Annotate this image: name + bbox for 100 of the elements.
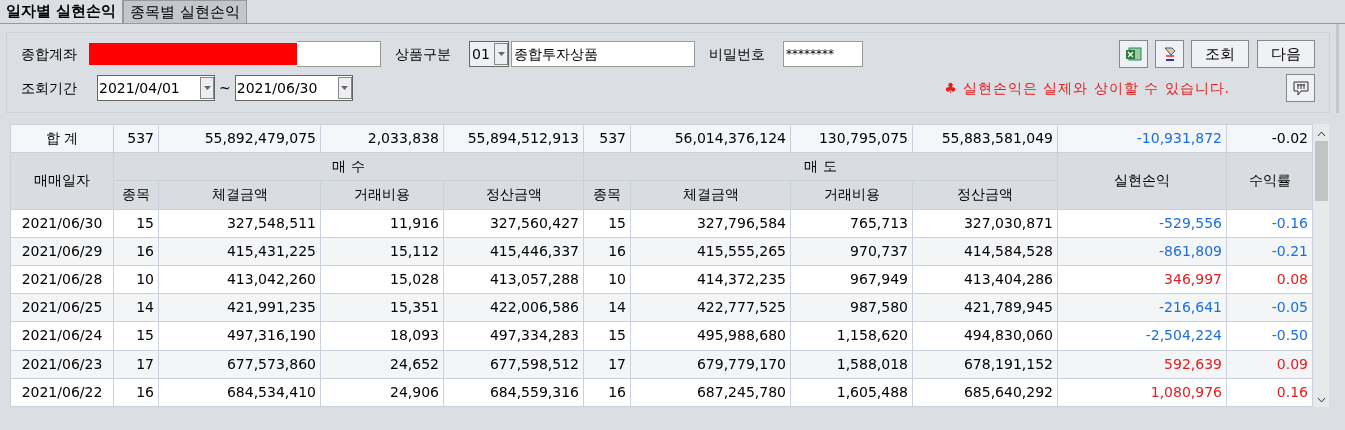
table-cell: 2021/06/30 — [10, 209, 114, 238]
table-cell: 11,916 — [320, 209, 444, 238]
table-cell: 15 — [113, 209, 159, 238]
print-button[interactable] — [1155, 40, 1184, 68]
table-cell: 677,598,512 — [443, 350, 584, 379]
table-cell: 15,112 — [320, 237, 444, 266]
table-cell: 130,795,075 — [790, 124, 913, 153]
table-cell: -10,931,872 — [1057, 124, 1227, 153]
table-cell: 413,057,288 — [443, 265, 584, 294]
table-cell: 15 — [583, 209, 631, 238]
column-group-header: 매 도 — [583, 152, 1058, 181]
table-cell: 494,830,060 — [912, 321, 1058, 350]
caret-icon — [203, 86, 211, 90]
table-cell: -0.16 — [1226, 209, 1313, 238]
account-label: 종합계좌 — [21, 44, 78, 64]
scroll-thumb[interactable] — [1314, 141, 1328, 201]
product-label: 상품구분 — [395, 44, 452, 64]
printer-icon — [1162, 46, 1177, 62]
tab[interactable]: 종목별 실현손익 — [123, 0, 247, 23]
password-field[interactable]: ******** — [783, 41, 863, 67]
table-cell: 56,014,376,124 — [630, 124, 791, 153]
table-cell: 677,573,860 — [158, 350, 321, 379]
product-name-field[interactable]: 종합투자상품 — [511, 41, 695, 67]
total-label: 합 계 — [10, 124, 114, 153]
table-cell: 10 — [113, 265, 159, 294]
table-cell: 422,006,586 — [443, 293, 584, 322]
table-cell: 421,991,235 — [158, 293, 321, 322]
account-name-field[interactable] — [297, 41, 381, 67]
table-cell: 327,030,871 — [912, 209, 1058, 238]
table-cell: 15 — [583, 321, 631, 350]
table-cell: 1,080,976 — [1057, 378, 1227, 407]
scrollbar[interactable] — [1313, 124, 1329, 407]
table-cell: 2021/06/29 — [10, 237, 114, 266]
column-header: 실현손익 — [1057, 152, 1227, 210]
table-cell: 2021/06/22 — [10, 378, 114, 407]
column-header: 종목 — [583, 180, 631, 210]
table-cell: -861,809 — [1057, 237, 1227, 266]
table-cell: 687,245,780 — [630, 378, 791, 407]
table-cell: 1,588,018 — [790, 350, 913, 379]
table-cell: 1,605,488 — [790, 378, 913, 407]
table-cell: 16 — [583, 237, 631, 266]
table-cell: 685,640,292 — [912, 378, 1058, 407]
dropdown-arrow-button[interactable] — [200, 77, 214, 99]
notice-icon: ♣ — [944, 77, 957, 99]
excel-export-button[interactable] — [1119, 40, 1148, 68]
table-cell: 327,548,511 — [158, 209, 321, 238]
table-cell: 2021/06/25 — [10, 293, 114, 322]
next-button[interactable]: 다음 — [1257, 40, 1315, 68]
table-cell: 684,559,316 — [443, 378, 584, 407]
spreadsheet-icon — [1125, 47, 1142, 61]
speech-bubble-icon — [1292, 80, 1309, 96]
table-cell: -2,504,224 — [1057, 321, 1227, 350]
table-cell: 14 — [583, 293, 631, 322]
column-header: 종목 — [113, 180, 159, 210]
table-cell: 17 — [583, 350, 631, 379]
table-cell: -0.50 — [1226, 321, 1313, 350]
table-cell: 55,894,512,913 — [443, 124, 584, 153]
dropdown-arrow-button[interactable] — [494, 43, 508, 65]
table-cell: 327,560,427 — [443, 209, 584, 238]
table-cell: 678,191,152 — [912, 350, 1058, 379]
caret-icon — [497, 52, 505, 56]
table-cell: 679,779,170 — [630, 350, 791, 379]
chat-button[interactable] — [1286, 74, 1315, 102]
column-header: 수익률 — [1226, 152, 1313, 210]
table-cell: 765,713 — [790, 209, 913, 238]
table-cell: 15,028 — [320, 265, 444, 294]
table-cell: 414,372,235 — [630, 265, 791, 294]
table-cell: 24,652 — [320, 350, 444, 379]
start-date-field[interactable]: 2021/04/01 — [97, 75, 215, 101]
table-cell: 413,042,260 — [158, 265, 321, 294]
range-separator: ~ — [219, 78, 231, 98]
table-cell: 0.09 — [1226, 350, 1313, 379]
table-cell: 415,431,225 — [158, 237, 321, 266]
end-date-field[interactable]: 2021/06/30 — [234, 75, 353, 101]
column-header: 체결금액 — [630, 180, 791, 210]
table-cell: 970,737 — [790, 237, 913, 266]
table-cell: 413,404,286 — [912, 265, 1058, 294]
query-button[interactable]: 조회 — [1191, 40, 1249, 68]
table-cell: 0.08 — [1226, 265, 1313, 294]
table-cell: -0.21 — [1226, 237, 1313, 266]
dropdown-arrow-button[interactable] — [337, 77, 352, 99]
table-cell: -529,556 — [1057, 209, 1227, 238]
notice-text: 실현손익은 실제와 상이할 수 있습니다. — [962, 78, 1230, 98]
product-code-select[interactable]: 01 — [469, 41, 509, 67]
table-cell: 15 — [113, 321, 159, 350]
table-cell: 16 — [113, 378, 159, 407]
table-cell: 415,446,337 — [443, 237, 584, 266]
table-cell: 55,883,581,049 — [912, 124, 1058, 153]
column-header: 거래비용 — [790, 180, 913, 210]
table-cell: 10 — [583, 265, 631, 294]
table-cell: -0.05 — [1226, 293, 1313, 322]
table-cell: 497,316,190 — [158, 321, 321, 350]
table-cell: 415,555,265 — [630, 237, 791, 266]
table-cell: 414,584,528 — [912, 237, 1058, 266]
caret-icon — [341, 86, 349, 90]
column-header: 매매일자 — [10, 152, 114, 210]
table-cell: 15,351 — [320, 293, 444, 322]
table-cell: 537 — [583, 124, 631, 153]
table-cell: 2021/06/23 — [10, 350, 114, 379]
column-header: 거래비용 — [320, 180, 444, 210]
